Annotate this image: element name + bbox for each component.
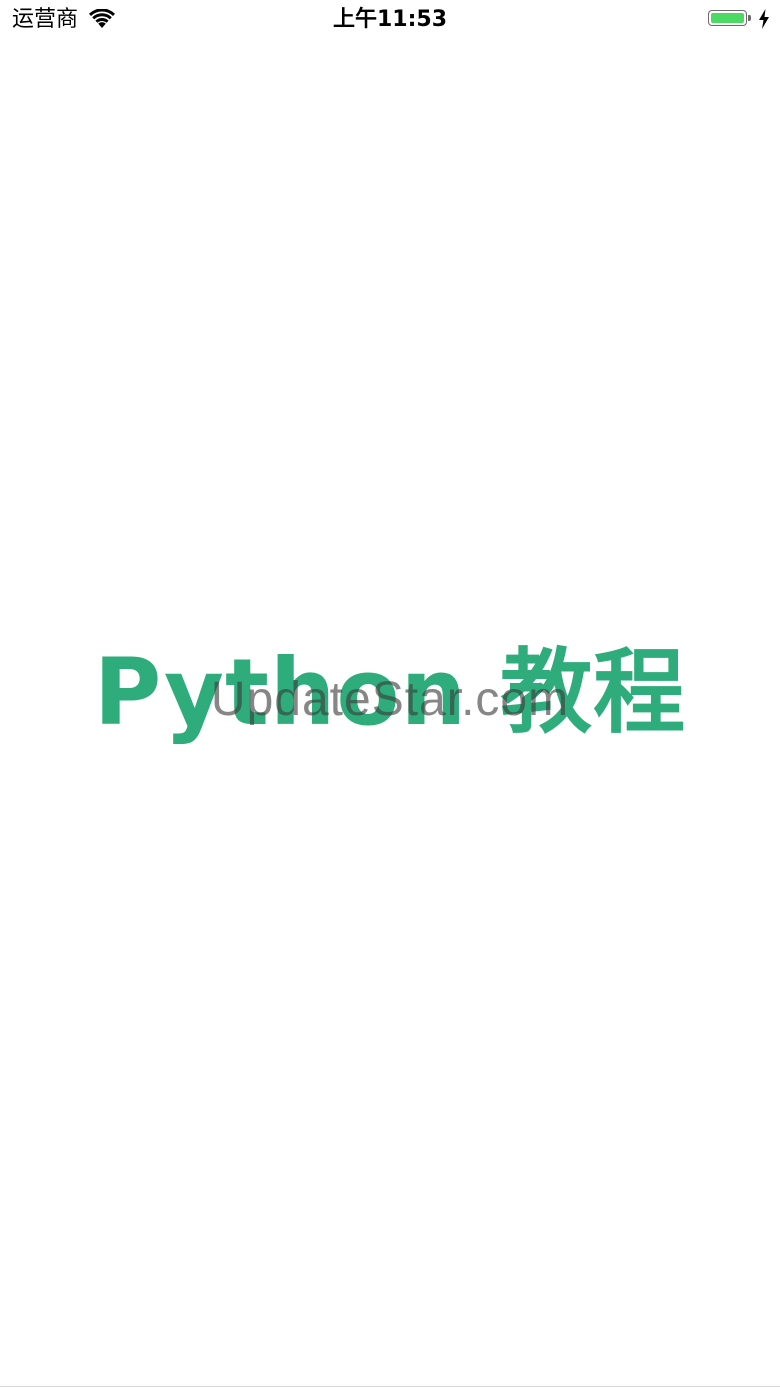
battery-cap [748, 15, 751, 21]
battery-icon [708, 10, 752, 28]
battery-fill [711, 13, 744, 23]
status-time: 上午11:53 [332, 7, 448, 32]
splash-screen: 运营商 上午11:53 Python 教程 UpdateStar.com [0, 0, 780, 1387]
battery-body [708, 10, 747, 26]
watermark-text: UpdateStar.com [210, 673, 570, 726]
charging-bolt-icon [759, 9, 769, 29]
status-bar: 运营商 上午11:53 [0, 0, 780, 40]
